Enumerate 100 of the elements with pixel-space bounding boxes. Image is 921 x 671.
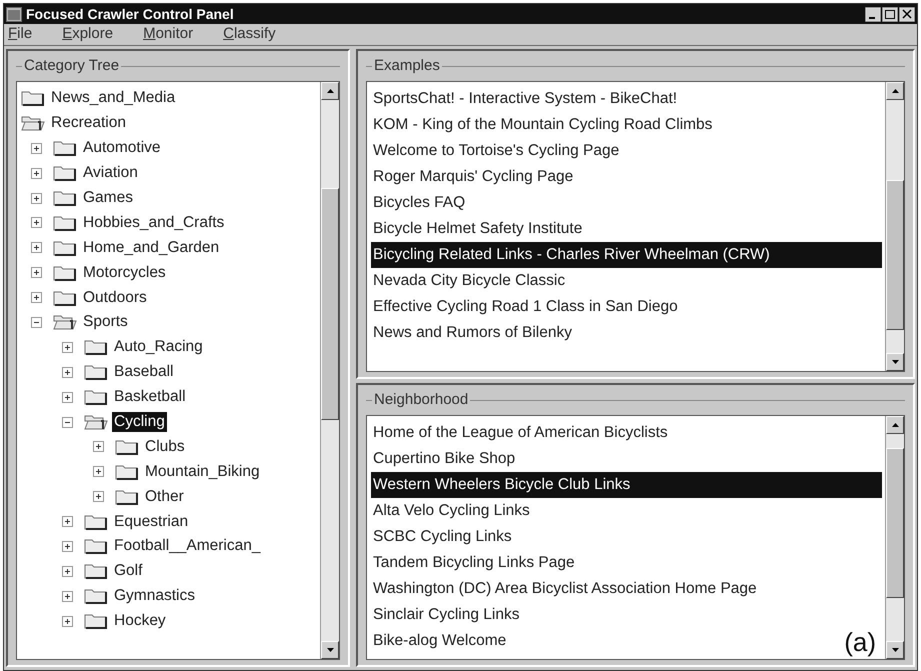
down-arrow-icon bbox=[892, 648, 898, 652]
folder-icon bbox=[53, 164, 77, 182]
expand-icon[interactable] bbox=[62, 392, 73, 403]
list-item[interactable]: Bicycles FAQ bbox=[371, 190, 468, 216]
list-item[interactable]: Western Wheelers Bicycle Club Links bbox=[371, 472, 882, 498]
tree-item[interactable]: Games bbox=[81, 188, 135, 208]
scroll-thumb[interactable] bbox=[321, 188, 339, 420]
group-title: Examples bbox=[373, 56, 441, 76]
list-item[interactable]: SCBC Cycling Links bbox=[371, 524, 514, 550]
maximize-button[interactable] bbox=[882, 6, 898, 22]
list-item[interactable]: News and Rumors of Bilenky bbox=[371, 320, 574, 346]
expand-icon[interactable] bbox=[31, 242, 42, 254]
tree-item[interactable]: Golf bbox=[112, 561, 144, 582]
list-item[interactable]: Cupertino Bike Shop bbox=[371, 446, 518, 472]
expand-icon[interactable] bbox=[31, 168, 42, 179]
expand-icon[interactable] bbox=[93, 466, 104, 478]
list-item[interactable]: Nevada City Bicycle Classic bbox=[371, 268, 568, 294]
window-title: Focused Crawler Control Panel bbox=[26, 4, 235, 24]
collapse-icon[interactable] bbox=[31, 316, 42, 328]
list-item[interactable]: Bike-alog Welcome bbox=[371, 628, 508, 654]
up-arrow-icon bbox=[892, 89, 898, 93]
list-item[interactable]: Sinclair Cycling Links bbox=[371, 602, 522, 628]
expand-icon[interactable] bbox=[31, 267, 42, 278]
minimize-button[interactable] bbox=[865, 6, 881, 22]
tree-item[interactable]: News_and_Media bbox=[49, 88, 178, 108]
expand-icon[interactable] bbox=[93, 491, 104, 502]
folder-icon bbox=[84, 562, 108, 580]
scroll-thumb[interactable] bbox=[886, 180, 904, 330]
tree-item[interactable]: Sports bbox=[81, 312, 130, 332]
tree-item[interactable]: Mountain_Biking bbox=[143, 462, 262, 482]
down-arrow-icon bbox=[892, 360, 898, 364]
expand-icon[interactable] bbox=[62, 540, 73, 552]
expand-icon[interactable] bbox=[62, 366, 73, 378]
list-item[interactable]: SportsChat! - Interactive System - BikeChat! bbox=[371, 86, 680, 112]
tree-item[interactable]: Basketball bbox=[112, 387, 188, 408]
list-item[interactable]: Welcome to Tortoise's Cycling Page bbox=[371, 138, 622, 164]
scrollbar[interactable] bbox=[885, 416, 904, 659]
list-item[interactable]: Bicycling Related Links - Charles River Wheelman (CRW) bbox=[371, 242, 882, 268]
scroll-up-button[interactable] bbox=[321, 82, 339, 100]
tree-item[interactable]: Aviation bbox=[81, 163, 140, 184]
expand-icon[interactable] bbox=[31, 192, 42, 204]
folder-icon bbox=[53, 238, 77, 257]
expand-icon[interactable] bbox=[31, 217, 42, 228]
expand-icon[interactable] bbox=[31, 142, 42, 154]
tree-item[interactable]: Football__American_ bbox=[112, 536, 262, 556]
tree-item[interactable]: Hobbies_and_Crafts bbox=[81, 212, 226, 233]
expand-icon[interactable] bbox=[31, 292, 42, 304]
list-item[interactable]: Tandem Bicycling Links Page bbox=[371, 550, 577, 576]
folder-icon bbox=[53, 264, 77, 282]
scroll-thumb[interactable] bbox=[886, 448, 904, 598]
scrollbar[interactable] bbox=[320, 82, 339, 659]
menu-item[interactable]: File bbox=[8, 23, 32, 46]
expand-icon[interactable] bbox=[62, 616, 73, 627]
folder-icon bbox=[84, 612, 108, 630]
tree-item[interactable]: Motorcycles bbox=[81, 262, 168, 283]
expand-icon[interactable] bbox=[93, 441, 104, 452]
expand-icon[interactable] bbox=[62, 590, 73, 602]
expand-icon[interactable] bbox=[62, 342, 73, 353]
tree-item[interactable]: Clubs bbox=[143, 436, 187, 457]
group-title: Neighborhood bbox=[373, 390, 470, 410]
list-item[interactable]: Effective Cycling Road 1 Class in San Diego bbox=[371, 294, 680, 320]
tree-item[interactable]: Cycling bbox=[112, 412, 167, 432]
tree-item[interactable]: Home_and_Garden bbox=[81, 238, 222, 258]
scrollbar[interactable] bbox=[885, 82, 904, 371]
list-item[interactable]: Alta Velo Cycling Links bbox=[371, 498, 532, 524]
tree-item[interactable]: Outdoors bbox=[81, 288, 149, 308]
up-arrow-icon bbox=[892, 423, 898, 427]
group-title: Category Tree bbox=[23, 56, 120, 76]
expand-icon[interactable] bbox=[62, 516, 73, 528]
tree-item[interactable]: Other bbox=[143, 486, 186, 507]
folder-icon bbox=[53, 288, 77, 307]
scroll-up-button[interactable] bbox=[886, 416, 904, 434]
folder-icon bbox=[84, 512, 108, 531]
list-item[interactable]: Washington (DC) Area Bicyclist Association Home Page bbox=[371, 576, 759, 602]
list-item[interactable]: Roger Marquis' Cycling Page bbox=[371, 164, 576, 190]
scroll-down-button[interactable] bbox=[886, 641, 904, 659]
scroll-down-button[interactable] bbox=[886, 353, 904, 371]
folder-icon bbox=[84, 338, 108, 356]
tree-item[interactable]: Gymnastics bbox=[112, 586, 197, 606]
tree-item[interactable]: Recreation bbox=[49, 113, 128, 134]
list-item[interactable]: Home of the League of American Bicyclists bbox=[371, 420, 670, 446]
folder-icon bbox=[53, 139, 77, 158]
tree-item[interactable]: Automotive bbox=[81, 138, 163, 158]
scroll-up-button[interactable] bbox=[886, 82, 904, 100]
close-button[interactable] bbox=[899, 6, 915, 22]
list-item[interactable]: Bicycle Helmet Safety Institute bbox=[371, 216, 584, 242]
tree-item[interactable]: Auto_Racing bbox=[112, 337, 205, 358]
list-item[interactable]: KOM - King of the Mountain Cycling Road Climbs bbox=[371, 112, 714, 138]
expand-icon[interactable] bbox=[62, 566, 73, 577]
collapse-icon[interactable] bbox=[62, 416, 73, 428]
up-arrow-icon bbox=[326, 89, 334, 93]
tree-item[interactable]: Equestrian bbox=[112, 512, 190, 532]
scroll-down-button[interactable] bbox=[321, 641, 339, 659]
folder-icon bbox=[115, 438, 139, 456]
menu-item[interactable]: Monitor bbox=[143, 23, 194, 46]
menu-item[interactable]: Explore bbox=[62, 23, 114, 46]
tree-item[interactable]: Baseball bbox=[112, 362, 176, 382]
open-folder-icon bbox=[84, 413, 108, 432]
tree-item[interactable]: Hockey bbox=[112, 611, 168, 632]
menu-item[interactable]: Classify bbox=[223, 23, 276, 46]
